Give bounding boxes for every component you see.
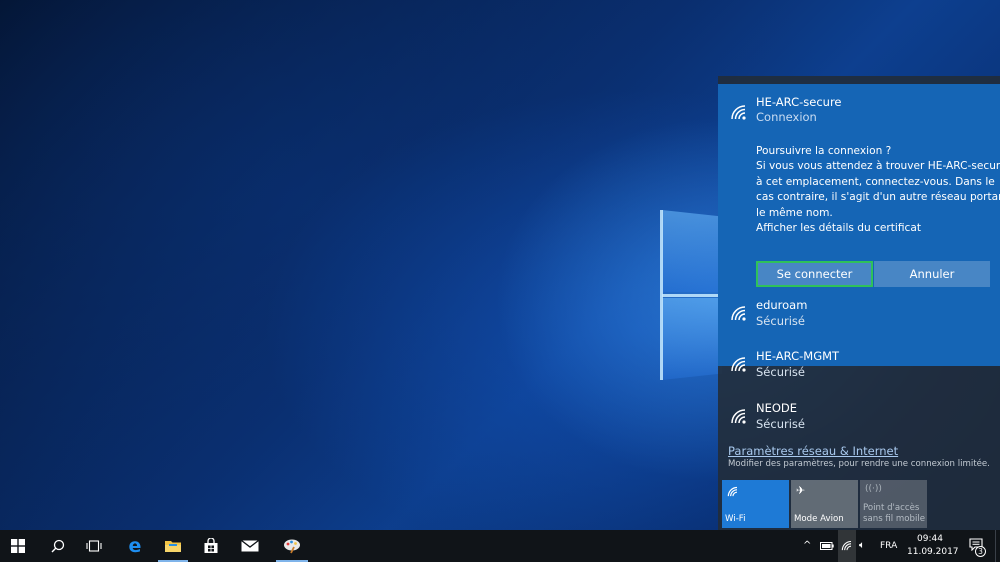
paint-app-button[interactable] (272, 530, 312, 562)
message-line: à cet emplacement, connectez-vous. Dans … (756, 175, 995, 188)
volume-icon[interactable]: 🔈︎ (859, 540, 865, 551)
mobile-hotspot-tile[interactable]: ((·)) Point d'accès sans fil mobile (860, 480, 927, 528)
mail-icon (241, 540, 259, 552)
message-line: Poursuivre la connexion ? (756, 145, 892, 157)
clock-time[interactable]: 09:44 (917, 534, 943, 544)
network-status: Sécurisé (756, 417, 805, 431)
search-icon (51, 539, 65, 553)
clock-date[interactable]: 11.09.2017 (907, 547, 959, 557)
action-center-button[interactable]: 3 (962, 530, 992, 562)
battery-icon[interactable] (820, 542, 834, 550)
wifi-signal-icon (731, 306, 746, 321)
message-line: le même nom. (756, 206, 833, 219)
input-language-indicator[interactable]: FRA (880, 541, 897, 551)
hotspot-icon: ((·)) (865, 484, 882, 494)
network-list-item-he-arc-mgmt[interactable]: HE-ARC-MGMT Sécurisé (718, 345, 1000, 395)
wifi-tile-label: Wi-Fi (725, 514, 746, 524)
notification-count-badge: 3 (975, 546, 986, 557)
wifi-icon (727, 486, 738, 497)
network-list-item-eduroam[interactable]: eduroam Sécurisé (718, 294, 1000, 344)
folder-icon (165, 541, 181, 552)
wifi-signal-icon (731, 105, 746, 120)
task-view-button[interactable] (76, 530, 112, 562)
hotspot-tile-label: Point d'accès sans fil mobile (863, 503, 925, 525)
wifi-toggle-tile[interactable]: Wi-Fi (722, 480, 789, 528)
search-button[interactable] (40, 530, 76, 562)
cancel-button[interactable]: Annuler (874, 261, 990, 287)
hotspot-label-line: sans fil mobile (863, 514, 926, 524)
wifi-signal-icon (731, 357, 746, 372)
start-button[interactable] (0, 530, 36, 562)
store-button[interactable] (192, 530, 230, 562)
show-hidden-icons-chevron[interactable]: ^ (803, 540, 811, 551)
task-view-icon (86, 540, 102, 552)
network-flyout: HE-ARC-secure Connexion Poursuivre la co… (718, 76, 1000, 530)
network-status: Sécurisé (756, 365, 805, 379)
store-bag-icon (204, 538, 218, 553)
file-explorer-button[interactable] (154, 530, 192, 562)
message-line: cas contraire, il s'agit d'un autre rése… (756, 191, 1000, 204)
edge-browser-button[interactable]: e (116, 530, 154, 562)
windows-start-icon (11, 539, 25, 553)
network-status: Connexion (756, 110, 817, 124)
hotspot-label-line: Point d'accès (863, 503, 920, 513)
airplane-mode-tile[interactable]: ✈ Mode Avion (791, 480, 858, 528)
network-name: HE-ARC-MGMT (756, 349, 840, 363)
network-name: eduroam (756, 298, 808, 312)
wifi-signal-icon (731, 409, 746, 424)
windows-logo-edge-horizontal (662, 294, 722, 297)
certificate-details-link[interactable]: Afficher les détails du certificat (756, 221, 992, 236)
show-desktop-button[interactable] (995, 530, 1000, 562)
airplane-icon: ✈ (796, 484, 806, 497)
network-tray-button[interactable] (838, 530, 856, 562)
edge-icon: e (128, 534, 142, 557)
connection-message: Poursuivre la connexion ? Si vous vous a… (756, 144, 1000, 236)
network-name: HE-ARC-secure (756, 95, 842, 109)
taskbar: e ^ 🔈︎ FRA 09:44 11.09.2017 3 (0, 530, 1000, 562)
message-line: Si vous vous attendez à trouver HE-ARC-s… (756, 160, 1000, 173)
mail-button[interactable] (230, 530, 270, 562)
wifi-tray-icon (841, 540, 852, 551)
network-status: Sécurisé (756, 314, 805, 328)
network-list-item-neode[interactable]: NEODE Sécurisé (718, 397, 1000, 447)
network-settings-link[interactable]: Paramètres réseau & Internet (728, 444, 898, 458)
windows-logo-pane-top (662, 210, 722, 292)
network-settings-description: Modifier des paramètres, pour rendre une… (728, 459, 990, 469)
airplane-tile-label: Mode Avion (794, 514, 844, 524)
connect-button[interactable]: Se connecter (756, 261, 873, 287)
network-name: NEODE (756, 401, 798, 415)
paint-palette-icon (284, 539, 300, 554)
windows-logo-pane-bottom (662, 298, 722, 380)
